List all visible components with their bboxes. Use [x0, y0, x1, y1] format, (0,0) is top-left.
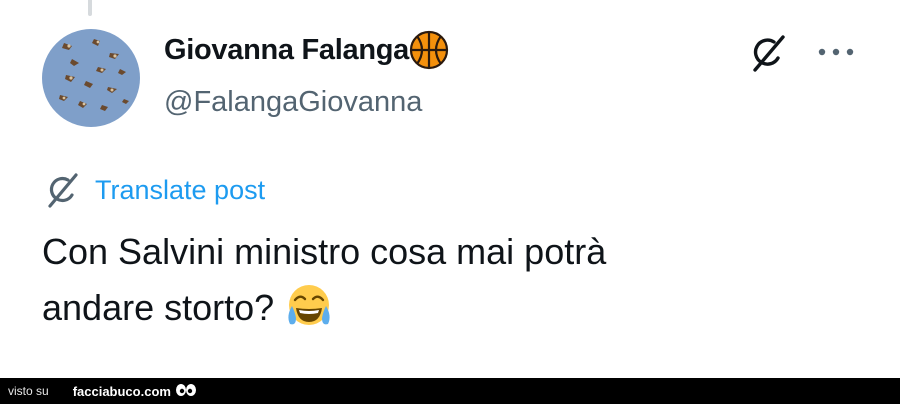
post-text-line-1: Con Salvini ministro cosa mai potrà: [42, 231, 607, 272]
watermark-prefix: visto su: [8, 384, 49, 398]
author-name-text: Giovanna Falanga: [164, 33, 409, 66]
post-text-line-2: andare storto?: [42, 280, 802, 336]
post-text-line-2-text: andare storto?: [42, 287, 275, 328]
grok-icon[interactable]: [747, 32, 789, 74]
author-handle[interactable]: @FalangaGiovanna: [164, 86, 422, 119]
translate-post-label: Translate post: [95, 174, 266, 205]
more-options-icon[interactable]: [814, 40, 858, 64]
author-display-name[interactable]: Giovanna Falanga: [164, 30, 449, 70]
avatar[interactable]: [42, 29, 140, 127]
basketball-icon: [409, 30, 449, 70]
face-with-tears-of-joy-emoji: [284, 282, 334, 332]
eyes-logo-icon: [175, 382, 197, 400]
translate-post-link[interactable]: Translate post: [42, 170, 265, 210]
watermark-bar: visto su facciabuco.com: [0, 378, 900, 404]
watermark-site: facciabuco.com: [72, 383, 171, 399]
grok-translate-icon: [42, 170, 82, 210]
post-text: Con Salvini ministro cosa mai potrà anda…: [42, 224, 802, 336]
thread-connector-line: [88, 0, 92, 16]
